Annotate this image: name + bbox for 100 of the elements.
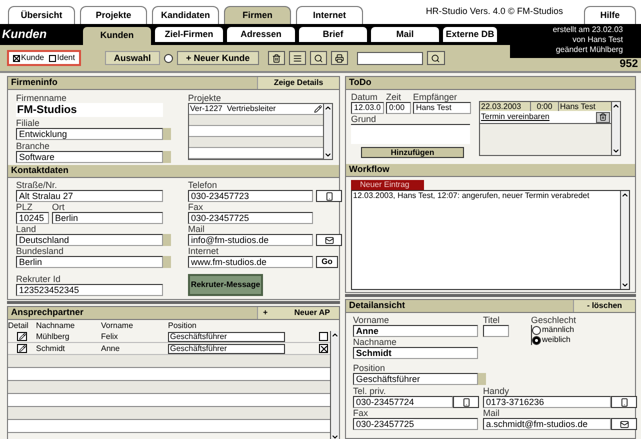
text-field[interactable]: Geschäftsführer [168, 344, 285, 354]
sub-tab[interactable]: Kunden [83, 27, 151, 45]
text-field[interactable]: a.schmidt@fm-studios.de [483, 418, 611, 430]
dropdown-handle[interactable] [163, 234, 171, 246]
text-field[interactable]: Entwicklung [16, 128, 163, 140]
select-button[interactable]: Auswahl [104, 51, 160, 65]
list-button[interactable] [288, 51, 306, 65]
new-contact-button[interactable]: + Neuer AP [257, 307, 339, 319]
show-details-button[interactable]: Zeige Details [257, 77, 339, 89]
text-field[interactable]: Geschäftsführer [353, 373, 478, 385]
new-entry-tab[interactable]: Neuer Eintrag [351, 180, 424, 190]
nav-tab[interactable]: Übersicht [8, 6, 75, 24]
reason-field[interactable] [351, 124, 470, 144]
dropdown-handle[interactable] [478, 373, 486, 385]
text-field[interactable]: 0:00 [386, 102, 411, 114]
nav-tab[interactable]: Projekte [80, 6, 147, 24]
text-field[interactable]: 0173-3716236 [483, 396, 611, 408]
scroll-up-icon[interactable] [612, 102, 620, 110]
print-button[interactable] [330, 51, 348, 65]
text-field[interactable]: 12.03.0 [351, 102, 384, 114]
text-field[interactable]: 030-23457724 [353, 396, 453, 408]
scroll-down-icon[interactable] [324, 151, 332, 159]
delete-button[interactable] [268, 51, 285, 65]
dropdown-handle[interactable] [163, 151, 171, 163]
list-row[interactable]: Ver-1227 Vertriebsleiter [189, 104, 323, 115]
field-label: Nachname [353, 337, 398, 347]
text-field[interactable]: Software [16, 151, 163, 163]
checkbox[interactable] [319, 332, 328, 341]
phone-button[interactable] [316, 190, 342, 202]
text-field[interactable]: 030-23457725 [353, 418, 478, 430]
search-field[interactable] [356, 52, 423, 64]
list-icon [292, 54, 302, 62]
edit-button[interactable] [17, 332, 27, 341]
nav-tab[interactable]: Firmen [224, 6, 291, 24]
sub-tab[interactable]: Brief [299, 27, 367, 42]
scroll-up-icon[interactable] [324, 104, 332, 112]
recruiter-message-button[interactable]: Rekruter-Message [188, 274, 263, 296]
search-button[interactable] [426, 51, 445, 65]
edit-button[interactable] [17, 344, 27, 353]
text-field[interactable]: 10245 [16, 212, 49, 224]
radio-button[interactable] [532, 326, 541, 334]
text-field[interactable]: Anne [353, 325, 478, 337]
scrollbar[interactable] [330, 331, 339, 439]
field-label: PLZ [16, 202, 34, 212]
checkbox-label: Ident [57, 52, 75, 64]
scrollbar[interactable] [323, 104, 332, 159]
text-field[interactable]: Hans Test [413, 102, 471, 114]
go-button[interactable]: Go [316, 256, 338, 268]
text-field[interactable]: Berlin [52, 212, 163, 224]
field-label: Branche [16, 141, 51, 151]
dropdown-handle[interactable] [163, 128, 171, 140]
text-field[interactable]: 030-23457723 [188, 190, 313, 202]
field-label: Tel. priv. [353, 386, 387, 396]
phone-button[interactable] [453, 396, 479, 408]
scrollbar[interactable] [611, 102, 620, 155]
sub-tab[interactable]: Adressen [227, 27, 295, 42]
scroll-down-icon[interactable] [612, 147, 620, 155]
field-label: Projekte [188, 93, 222, 103]
delete-button[interactable]: - löschen [573, 300, 635, 312]
text-field[interactable]: 123523452345 [16, 284, 163, 296]
help-tab[interactable]: Hilfe [584, 6, 636, 24]
search-button[interactable] [310, 51, 327, 65]
sub-tab[interactable]: Ziel-Firmen [155, 27, 223, 42]
text-field[interactable]: Berlin [16, 256, 163, 268]
dropdown-handle[interactable] [163, 256, 171, 268]
checkbox[interactable] [49, 54, 56, 62]
panel-title: Workflow [349, 163, 390, 176]
field-label: Rekruter Id [16, 274, 62, 284]
text-field[interactable]: Geschäftsführer [168, 332, 285, 342]
radio-button[interactable] [532, 336, 541, 344]
radio-button[interactable] [164, 54, 173, 62]
field-label: Mail [483, 408, 501, 418]
mail-icon [324, 236, 334, 244]
text-field[interactable]: info@fm-studios.de [188, 234, 313, 246]
text-field[interactable]: Schmidt [353, 347, 478, 359]
add-button[interactable]: Hinzufügen [361, 147, 464, 158]
scroll-up-icon[interactable] [621, 191, 629, 199]
sub-tab[interactable]: Externe DB [443, 27, 497, 42]
text-field[interactable]: www.fm-studios.de [188, 256, 313, 268]
phone-button[interactable] [611, 396, 637, 408]
nav-tab[interactable]: Internet [296, 6, 363, 24]
mail-button[interactable] [316, 234, 342, 246]
sub-tab[interactable]: Mail [371, 27, 439, 42]
delete-button[interactable] [596, 112, 610, 122]
scroll-up-icon[interactable] [331, 331, 339, 339]
field-label: Geschlecht [531, 315, 576, 325]
scroll-down-icon[interactable] [331, 433, 339, 439]
scroll-down-icon[interactable] [621, 281, 629, 289]
text-field[interactable]: Alt Stralau 27 [16, 190, 163, 202]
text-field[interactable]: 030-23457725 [188, 212, 313, 224]
text-field[interactable]: FM-Studios [16, 103, 163, 117]
checkbox[interactable] [319, 344, 328, 353]
mail-button[interactable] [611, 418, 637, 430]
text-field[interactable] [483, 325, 509, 337]
nav-tab[interactable]: Kandidaten [152, 6, 219, 24]
text-field[interactable]: Deutschland [16, 234, 163, 246]
scrollbar[interactable] [620, 191, 629, 289]
checkbox[interactable] [13, 54, 20, 62]
new-customer-button[interactable]: + Neuer Kunde [176, 51, 259, 65]
radio-label: männlich [542, 325, 574, 335]
